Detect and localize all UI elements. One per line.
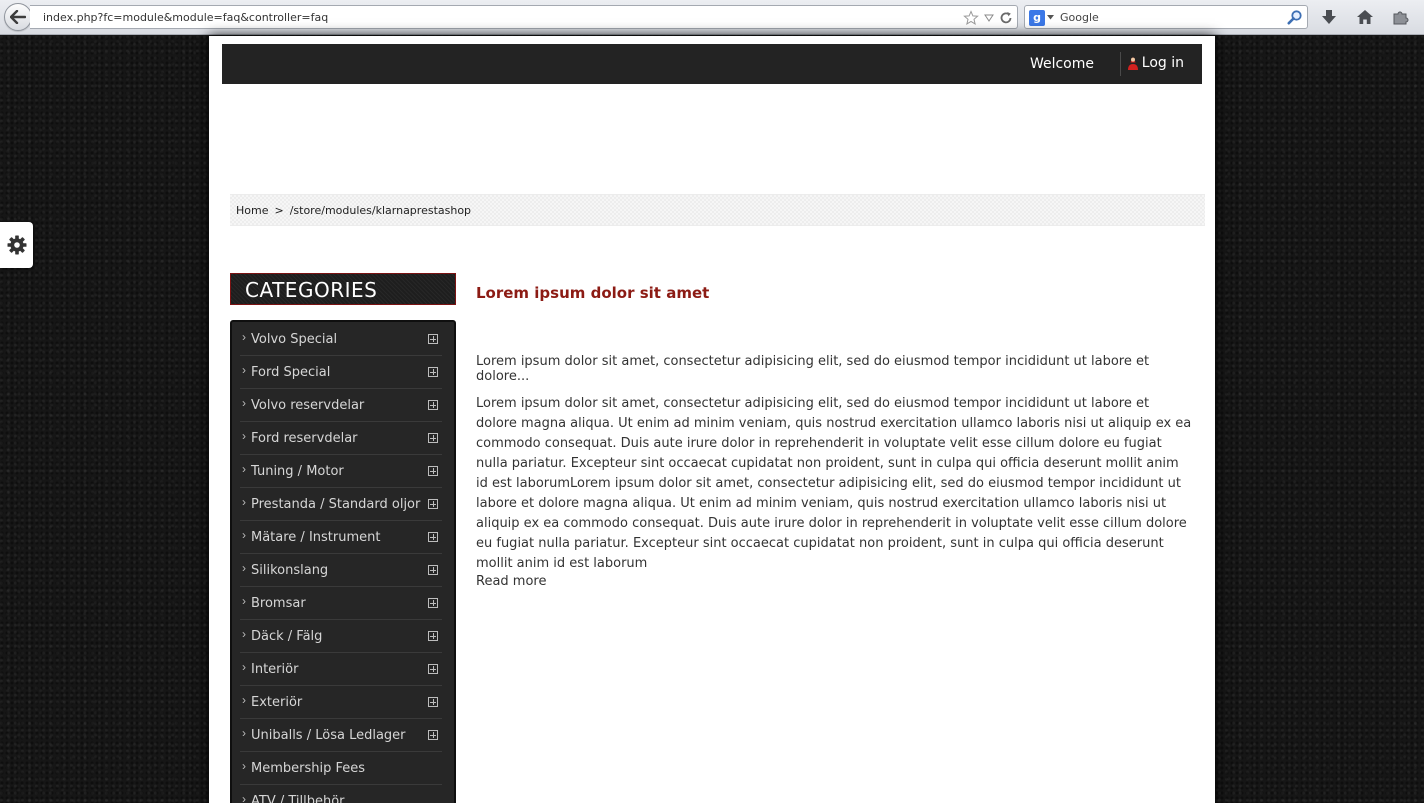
- category-item[interactable]: › Prestanda / Standard oljor: [240, 488, 442, 521]
- category-item[interactable]: › Exteriör: [240, 686, 442, 719]
- chevron-right-icon: ›: [242, 429, 246, 443]
- login-label: Log in: [1141, 55, 1184, 71]
- search-bar[interactable]: g Google: [1024, 5, 1308, 29]
- page-container: Welcome Log in Home > /store/modules/kla…: [209, 36, 1215, 803]
- google-icon: g: [1029, 9, 1045, 26]
- category-item[interactable]: › Ford Special: [240, 356, 442, 389]
- chevron-right-icon: ›: [242, 627, 246, 641]
- history-dropdown-icon[interactable]: [983, 12, 995, 24]
- reload-icon[interactable]: [999, 11, 1013, 25]
- category-item[interactable]: › Mätare / Instrument: [240, 521, 442, 554]
- category-item[interactable]: › Bromsar: [240, 587, 442, 620]
- chevron-right-icon: ›: [242, 693, 246, 707]
- home-icon: [1357, 10, 1373, 24]
- back-button[interactable]: [4, 3, 32, 31]
- chevron-right-icon: ›: [242, 462, 246, 476]
- addon-button[interactable]: [1390, 6, 1412, 28]
- download-arrow-icon: [1322, 10, 1336, 24]
- chevron-down-icon: [1047, 15, 1054, 20]
- expand-plus-icon[interactable]: [428, 697, 438, 707]
- category-label: Uniballs / Lösa Ledlager: [251, 728, 406, 743]
- search-engine-selector[interactable]: g: [1029, 9, 1057, 26]
- category-item[interactable]: › Silikonslang: [240, 554, 442, 587]
- expand-plus-icon[interactable]: [428, 334, 438, 344]
- breadcrumb: Home > /store/modules/klarnaprestashop: [230, 194, 1205, 226]
- faq-intro: Lorem ipsum dolor sit amet, consectetur …: [476, 354, 1150, 384]
- magnifier-icon: [1287, 10, 1302, 25]
- expand-plus-icon[interactable]: [428, 433, 438, 443]
- category-label: Prestanda / Standard oljor: [251, 497, 421, 512]
- chevron-right-icon: ›: [242, 660, 246, 674]
- puzzle-icon: [1393, 11, 1409, 25]
- search-button[interactable]: [1285, 8, 1305, 26]
- category-item[interactable]: › Uniballs / Lösa Ledlager: [240, 719, 442, 752]
- category-label: Membership Fees: [251, 761, 366, 776]
- gear-icon: [7, 235, 26, 255]
- downloads-button[interactable]: [1318, 6, 1340, 28]
- category-item[interactable]: › Interiör: [240, 653, 442, 686]
- breadcrumb-current: /store/modules/klarnaprestashop: [289, 204, 472, 217]
- chevron-right-icon: ›: [242, 792, 246, 803]
- login-link[interactable]: Log in: [1127, 55, 1184, 71]
- category-item[interactable]: › Volvo Special: [240, 323, 442, 356]
- expand-plus-icon[interactable]: [428, 565, 438, 575]
- category-label: Bromsar: [251, 596, 306, 611]
- chevron-right-icon: ›: [242, 561, 246, 575]
- breadcrumb-home-link[interactable]: Home: [236, 204, 268, 217]
- url-text: index.php?fc=module&module=faq&controlle…: [43, 11, 329, 24]
- category-label: Volvo Special: [251, 332, 338, 347]
- user-icon: [1127, 56, 1138, 70]
- category-label: Exteriör: [251, 695, 303, 710]
- chevron-right-icon: ›: [242, 594, 246, 608]
- category-label: Däck / Fälg: [251, 629, 323, 644]
- breadcrumb-separator: >: [274, 204, 284, 217]
- faq-body: Lorem ipsum dolor sit amet, consectetur …: [476, 396, 1192, 571]
- chevron-right-icon: ›: [242, 726, 246, 740]
- chevron-right-icon: ›: [242, 396, 246, 410]
- category-label: Volvo reservdelar: [251, 398, 365, 413]
- category-label: Ford reservdelar: [251, 431, 358, 446]
- category-label: Tuning / Motor: [251, 464, 344, 479]
- expand-plus-icon[interactable]: [428, 664, 438, 674]
- address-bar[interactable]: index.php?fc=module&module=faq&controlle…: [30, 5, 1018, 29]
- category-item[interactable]: › Tuning / Motor: [240, 455, 442, 488]
- chevron-right-icon: ›: [242, 330, 246, 344]
- category-label: Ford Special: [251, 365, 331, 380]
- welcome-text: Welcome: [1029, 56, 1094, 72]
- category-label: Interiör: [251, 662, 299, 677]
- expand-plus-icon[interactable]: [428, 400, 438, 410]
- category-item[interactable]: › Membership Fees: [240, 752, 442, 785]
- expand-plus-icon[interactable]: [428, 367, 438, 377]
- theme-settings-toggle[interactable]: [0, 222, 33, 268]
- header-bar: Welcome Log in: [222, 44, 1202, 84]
- expand-plus-icon[interactable]: [428, 730, 438, 740]
- chevron-right-icon: ›: [242, 759, 246, 773]
- expand-plus-icon[interactable]: [428, 499, 438, 509]
- header-divider: [1120, 52, 1121, 76]
- chevron-right-icon: ›: [242, 528, 246, 542]
- category-label: ATV / Tillbehör: [251, 794, 345, 803]
- category-label: Mätare / Instrument: [251, 530, 381, 545]
- search-input[interactable]: Google: [1060, 11, 1099, 24]
- category-item[interactable]: › Däck / Fälg: [240, 620, 442, 653]
- back-arrow-icon: [10, 10, 26, 24]
- bookmark-star-icon[interactable]: [963, 10, 979, 26]
- chevron-right-icon: ›: [242, 495, 246, 509]
- read-more-link[interactable]: Read more: [476, 574, 546, 589]
- faq-title: Lorem ipsum dolor sit amet: [476, 284, 710, 302]
- home-button[interactable]: [1354, 6, 1376, 28]
- browser-toolbar: index.php?fc=module&module=faq&controlle…: [0, 0, 1424, 35]
- category-item[interactable]: › ATV / Tillbehör: [240, 785, 442, 803]
- expand-plus-icon[interactable]: [428, 466, 438, 476]
- expand-plus-icon[interactable]: [428, 598, 438, 608]
- categories-title: CATEGORIES: [245, 278, 378, 302]
- category-item[interactable]: › Volvo reservdelar: [240, 389, 442, 422]
- categories-header: CATEGORIES: [230, 273, 456, 305]
- expand-plus-icon[interactable]: [428, 631, 438, 641]
- expand-plus-icon[interactable]: [428, 532, 438, 542]
- categories-list: › Volvo Special › Ford Special › Volvo r…: [230, 320, 456, 803]
- category-item[interactable]: › Ford reservdelar: [240, 422, 442, 455]
- category-label: Silikonslang: [251, 563, 329, 578]
- chevron-right-icon: ›: [242, 363, 246, 377]
